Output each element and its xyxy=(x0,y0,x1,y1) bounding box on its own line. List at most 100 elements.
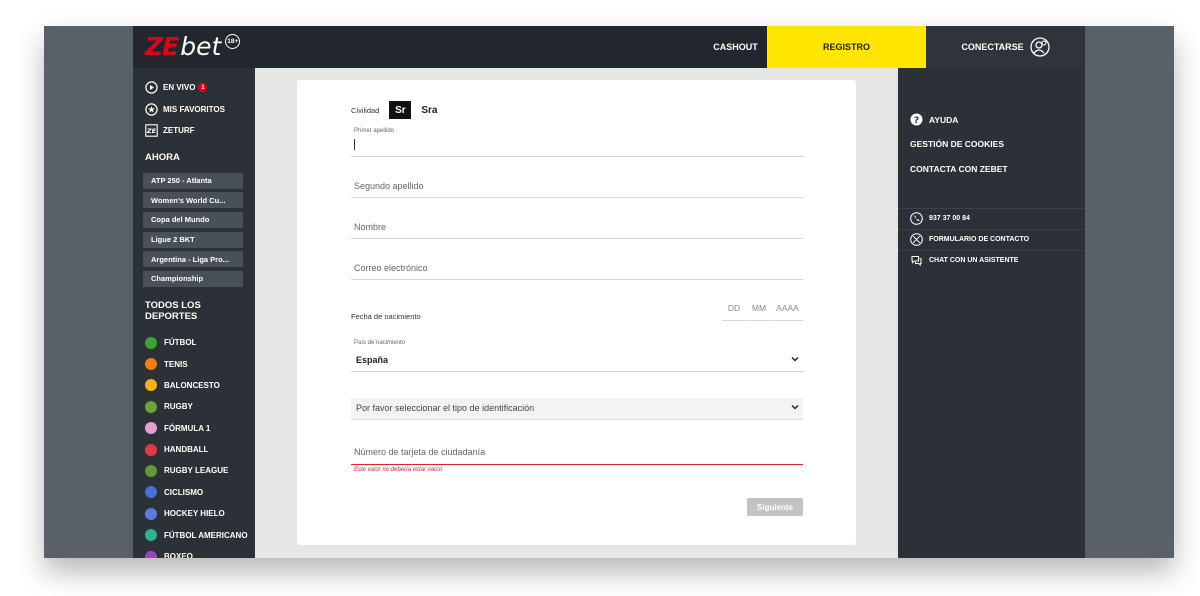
basketball-icon xyxy=(145,379,157,392)
correo-placeholder: Correo electrónico xyxy=(354,263,428,273)
sport-label: RUGBY LEAGUE xyxy=(164,466,229,476)
top-header: ZE bet 18+ CASHOUT REGISTRO CONECTARSE xyxy=(133,26,1085,68)
right-sidebar: ? AYUDA GESTIÓN DE COOKIES CONTACTA CON … xyxy=(898,68,1085,558)
sport-item[interactable]: FÚTBOL AMERICANO xyxy=(133,524,255,545)
sidebar-item-mis-favoritos[interactable]: MIS FAVORITOS xyxy=(133,99,255,121)
ahora-item[interactable]: Championship xyxy=(143,270,243,287)
pais-selected-value: España xyxy=(356,355,389,365)
conectarse-label: CONECTARSE xyxy=(961,42,1024,52)
cashout-nav-button[interactable]: CASHOUT xyxy=(704,26,767,68)
help-question-icon: ? xyxy=(910,113,923,126)
play-circle-icon xyxy=(145,81,158,94)
sport-item[interactable]: TENIS xyxy=(133,353,255,374)
sport-label: HOCKEY HIELO xyxy=(164,509,225,519)
contact-form-label: FORMULARIO DE CONTACTO xyxy=(929,235,1030,243)
zebet-logo[interactable]: ZE bet 18+ xyxy=(145,32,241,62)
validation-error-text: Este valor no debería estar vacío xyxy=(354,467,443,473)
ahora-item[interactable]: Women's World Cu... xyxy=(143,192,243,209)
user-login-icon xyxy=(1030,37,1050,57)
sport-label: RUGBY xyxy=(164,402,193,412)
phone-icon xyxy=(910,211,923,225)
pais-nacimiento-select[interactable]: España xyxy=(351,350,803,372)
contact-form-row[interactable]: FORMULARIO DE CONTACTO xyxy=(898,229,1085,248)
ahora-heading: AHORA xyxy=(145,151,180,163)
fecha-month-input[interactable]: MM xyxy=(747,301,771,321)
rugby-league-icon xyxy=(145,464,157,477)
sport-item[interactable]: HANDBALL xyxy=(133,439,255,460)
fecha-day-input[interactable]: DD xyxy=(722,301,746,321)
sidebar-item-zeturf[interactable]: ZE ZETURF xyxy=(133,120,255,142)
logo-bet-text: bet xyxy=(180,32,222,61)
registration-form: Civilidad Sr Sra Primer apellido Segundo… xyxy=(297,80,856,545)
sport-label: BOXEO xyxy=(164,552,193,558)
ahora-item[interactable]: Argentina - Liga Pro... xyxy=(143,251,243,268)
chat-icon xyxy=(911,255,922,266)
ayuda-link[interactable]: ? AYUDA xyxy=(910,113,958,126)
sport-label: TENIS xyxy=(164,359,188,369)
contacta-zebet-heading: CONTACTA CON ZEBET xyxy=(910,164,1008,174)
age-18-badge: 18+ xyxy=(225,34,241,49)
sport-label: FÓRMULA 1 xyxy=(164,423,211,433)
primer-apellido-field[interactable]: Primer apellido xyxy=(351,127,803,157)
sport-item[interactable]: FÓRMULA 1 xyxy=(133,418,255,439)
formula1-icon xyxy=(145,422,157,435)
live-count-badge: 1 xyxy=(198,83,208,93)
contact-chat-row[interactable]: CHAT CON UN ASISTENTE xyxy=(898,250,1085,269)
civilidad-sra-option[interactable]: Sra xyxy=(421,105,437,116)
sport-item[interactable]: BALONCESTO xyxy=(133,375,255,396)
numero-tarjeta-field[interactable]: Número de tarjeta de ciudadanía xyxy=(351,442,803,465)
boxing-icon xyxy=(145,550,157,558)
ahora-item[interactable]: ATP 250 - Atlanta xyxy=(143,172,243,189)
nombre-field[interactable]: Nombre xyxy=(351,217,803,239)
siguiente-button[interactable]: Siguiente xyxy=(747,498,803,516)
sport-label: FÚTBOL xyxy=(164,338,197,348)
registration-form-card: Civilidad Sr Sra Primer apellido Segundo… xyxy=(297,80,856,545)
ahora-item[interactable]: Ligue 2 BKT xyxy=(143,231,243,248)
registro-nav-button[interactable]: REGISTRO xyxy=(767,26,926,68)
sport-item[interactable]: FÚTBOL xyxy=(133,332,255,353)
sport-item[interactable]: CICLISMO xyxy=(133,482,255,503)
sport-label: FÚTBOL AMERICANO xyxy=(164,530,248,540)
sport-item[interactable]: BOXEO xyxy=(133,546,255,558)
tennis-icon xyxy=(145,358,157,371)
tipo-identificacion-value: Por favor seleccionar el tipo de identif… xyxy=(356,403,535,413)
ahora-item[interactable]: Copa del Mundo xyxy=(143,211,243,228)
pais-nacimiento-label: País de nacimiento xyxy=(354,340,406,346)
fecha-year-input[interactable]: AAAA xyxy=(772,301,803,321)
app-window: ZE bet 18+ CASHOUT REGISTRO CONECTARSE E… xyxy=(133,26,1085,558)
cycling-icon xyxy=(145,486,157,499)
civilidad-sr-option[interactable]: Sr xyxy=(389,101,412,119)
civilidad-label: Civilidad xyxy=(351,105,380,115)
sport-label: HANDBALL xyxy=(164,445,209,455)
logo-ze-text: ZE xyxy=(145,32,179,61)
numero-tarjeta-placeholder: Número de tarjeta de ciudadanía xyxy=(354,447,486,457)
mail-form-icon xyxy=(910,232,923,246)
text-caret xyxy=(354,139,355,150)
sidebar-item-en-vivo[interactable]: EN VIVO 1 xyxy=(133,77,255,99)
segundo-apellido-placeholder: Segundo apellido xyxy=(354,181,424,191)
segundo-apellido-field[interactable]: Segundo apellido xyxy=(351,176,803,198)
contact-chat-label: CHAT CON UN ASISTENTE xyxy=(929,256,1019,264)
conectarse-nav-button[interactable]: CONECTARSE xyxy=(926,26,1085,68)
correo-field[interactable]: Correo electrónico xyxy=(351,258,803,280)
chevron-down-icon xyxy=(791,404,799,410)
sport-item[interactable]: HOCKEY HIELO xyxy=(133,503,255,524)
todos-deportes-heading: TODOS LOS DEPORTES xyxy=(145,299,201,322)
primer-apellido-label: Primer apellido xyxy=(354,128,395,134)
handball-icon xyxy=(145,443,157,456)
gestion-cookies-link[interactable]: GESTIÓN DE COOKIES xyxy=(910,139,1004,149)
svg-text:?: ? xyxy=(914,116,919,126)
sidebar-item-label: MIS FAVORITOS xyxy=(163,104,225,114)
svg-text:ZE: ZE xyxy=(146,127,157,135)
ice-hockey-icon xyxy=(145,507,157,520)
sidebar-item-label: ZETURF xyxy=(163,126,195,136)
sport-item[interactable]: RUGBY xyxy=(133,396,255,417)
contact-phone-row[interactable]: 937 37 00 84 xyxy=(898,208,1085,227)
tipo-identificacion-select[interactable]: Por favor seleccionar el tipo de identif… xyxy=(351,398,803,420)
sport-item[interactable]: RUGBY LEAGUE xyxy=(133,460,255,481)
left-sidebar: EN VIVO 1 MIS FAVORITOS ZE ZETURF AHORA … xyxy=(133,68,255,558)
zeturf-logo-icon: ZE xyxy=(145,124,158,137)
chevron-down-icon xyxy=(791,356,799,362)
sidebar-top-links: EN VIVO 1 MIS FAVORITOS ZE ZETURF xyxy=(133,68,255,142)
sidebar-item-label: EN VIVO xyxy=(163,83,196,93)
